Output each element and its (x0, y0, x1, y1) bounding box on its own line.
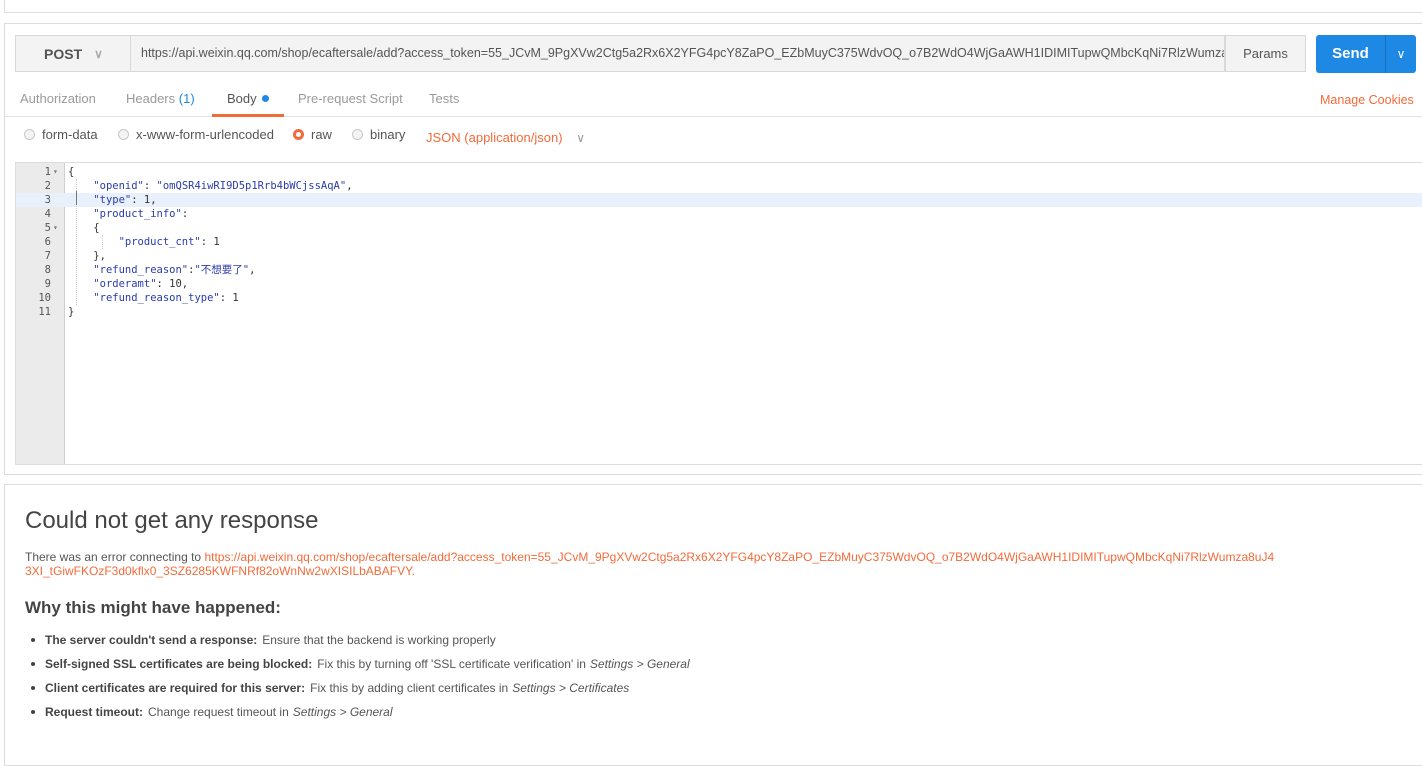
code-text: "refund_reason_type": 1 (93, 292, 239, 304)
radio-binary[interactable]: binary (352, 127, 405, 142)
code-line: 10 "refund_reason_type": 1 (16, 291, 1422, 305)
code-line: 6 "product_cnt": 1 (16, 235, 1422, 249)
line-number: 3 (44, 194, 51, 206)
radio-raw[interactable]: raw (293, 127, 332, 142)
radio-circle-icon (118, 129, 129, 140)
url-input[interactable]: https://api.weixin.qq.com/shop/ecaftersa… (131, 35, 1225, 72)
indent-guide (102, 235, 103, 249)
top-panel-edge (4, 0, 1422, 13)
send-options-chevron-icon[interactable]: ∨ (1386, 35, 1416, 73)
bullet-icon (31, 638, 35, 642)
code-text: "orderamt": 10, (93, 278, 189, 290)
reason-item: Client certificates are required for thi… (31, 676, 694, 700)
reason-title: The server couldn't send a response: (45, 633, 258, 647)
code-line: 4 "product_info": (16, 207, 1422, 221)
error-prefix: There was an error connecting to (25, 550, 205, 564)
send-button[interactable]: Send (1316, 35, 1385, 73)
bullet-icon (31, 686, 35, 690)
radio-urlencoded[interactable]: x-www-form-urlencoded (118, 127, 274, 142)
code-text: } (68, 306, 75, 318)
tab-prerequest-script[interactable]: Pre-request Script (298, 84, 403, 114)
tab-body[interactable]: Body (212, 84, 284, 117)
line-number: 9 (44, 278, 51, 290)
text-cursor (76, 191, 77, 205)
radio-circle-icon (24, 129, 35, 140)
method-label: POST (44, 45, 83, 62)
tab-headers[interactable]: Headers (1) (126, 84, 195, 114)
method-select[interactable]: POST ∨ (15, 35, 131, 72)
code-editor[interactable]: 1 ▾{2 "openid": "omQSR4iwRI9D5p1Rrb4bWCjs… (15, 162, 1422, 465)
tab-body-label: Body (227, 91, 257, 106)
headers-count-badge: (1) (178, 91, 195, 106)
fold-toggle-icon[interactable]: ▾ (53, 165, 58, 179)
line-number: 1 (44, 166, 51, 178)
code-line: 11} (16, 305, 1422, 319)
radio-label: x-www-form-urlencoded (136, 127, 274, 142)
chevron-down-icon: ∨ (94, 46, 103, 61)
error-url-link[interactable]: https://api.weixin.qq.com/shop/ecaftersa… (25, 550, 1274, 578)
manage-cookies-link[interactable]: Manage Cookies (1320, 93, 1414, 107)
code-line: 7 }, (16, 249, 1422, 263)
line-number: 11 (38, 306, 51, 318)
radio-label: binary (370, 127, 406, 142)
response-error-message: There was an error connecting to https:/… (25, 550, 1275, 578)
send-button-group[interactable]: Send ∨ (1316, 35, 1416, 73)
chevron-down-icon: ∨ (576, 131, 585, 145)
reason-text: Change request timeout in (148, 705, 289, 719)
why-heading: Why this might have happened: (25, 598, 281, 617)
bullet-icon (31, 710, 35, 714)
reason-item: Request timeout: Change request timeout i… (31, 700, 694, 724)
reason-title: Request timeout: (45, 705, 144, 719)
reason-title: Client certificates are required for thi… (45, 681, 306, 695)
code-line: 5 ▾ { (16, 221, 1422, 235)
reason-item: The server couldn't send a response: Ensu… (31, 628, 694, 652)
code-line: 9 "orderamt": 10, (16, 277, 1422, 291)
radio-form-data[interactable]: form-data (24, 127, 98, 142)
code-text: { (68, 166, 75, 178)
content-type-dropdown[interactable]: JSON (application/json) ∨ (426, 130, 585, 145)
code-text: "product_info": (93, 208, 189, 220)
code-line: 8 "refund_reason":"不想要了", (16, 263, 1422, 277)
tab-headers-label: Headers (126, 91, 176, 106)
code-text: "type": 1, (93, 194, 157, 206)
settings-path: Settings > Certificates (512, 681, 630, 695)
line-number: 2 (44, 180, 51, 192)
modified-dot-icon (261, 95, 269, 103)
radio-label: raw (311, 127, 332, 142)
radio-selected-icon (293, 129, 304, 140)
code-line: 1 ▾ { (16, 165, 1422, 179)
content-type-label: JSON (application/json) (426, 130, 563, 145)
radio-label: form-data (42, 127, 98, 142)
code-line: 2 "openid": "omQSR4iwRI9D5p1Rrb4bWCjssAq… (16, 179, 1422, 193)
reasons-list: The server couldn't send a response: Ensu… (31, 628, 694, 724)
line-number: 4 (44, 208, 51, 220)
request-tabs: Authorization Headers (1) Body Pre-reque… (5, 84, 1422, 117)
tab-tests[interactable]: Tests (429, 84, 459, 114)
tab-authorization[interactable]: Authorization (20, 84, 96, 114)
code-text: }, (68, 250, 106, 262)
reason-item: Self-signed SSL certificates are being b… (31, 652, 694, 676)
settings-path: Settings > General (292, 705, 393, 719)
line-number: 10 (38, 292, 51, 304)
response-title: Could not get any response (25, 507, 319, 534)
code-text: { (68, 222, 100, 234)
params-button[interactable]: Params (1225, 35, 1306, 72)
line-number: 7 (44, 250, 51, 262)
reason-text: Fix this by turning off 'SSL certificate… (317, 657, 586, 671)
settings-path: Settings > General (589, 657, 690, 671)
code-text: "product_cnt": 1 (118, 236, 220, 248)
fold-toggle-icon[interactable]: ▾ (53, 221, 58, 235)
code-line: 3 "type": 1, (16, 193, 1422, 207)
line-number: 6 (44, 236, 51, 248)
bullet-icon (31, 662, 35, 666)
radio-circle-icon (352, 129, 363, 140)
code-text: "openid": "omQSR4iwRI9D5p1Rrb4bWCjssAqA"… (93, 180, 353, 192)
line-number: 8 (44, 264, 51, 276)
reason-title: Self-signed SSL certificates are being b… (45, 657, 313, 671)
reason-text: Ensure that the backend is working prope… (262, 633, 496, 647)
code-text: "refund_reason":"不想要了", (93, 264, 256, 276)
reason-text: Fix this by adding client certificates i… (310, 681, 509, 695)
line-number: 5 (44, 222, 51, 234)
